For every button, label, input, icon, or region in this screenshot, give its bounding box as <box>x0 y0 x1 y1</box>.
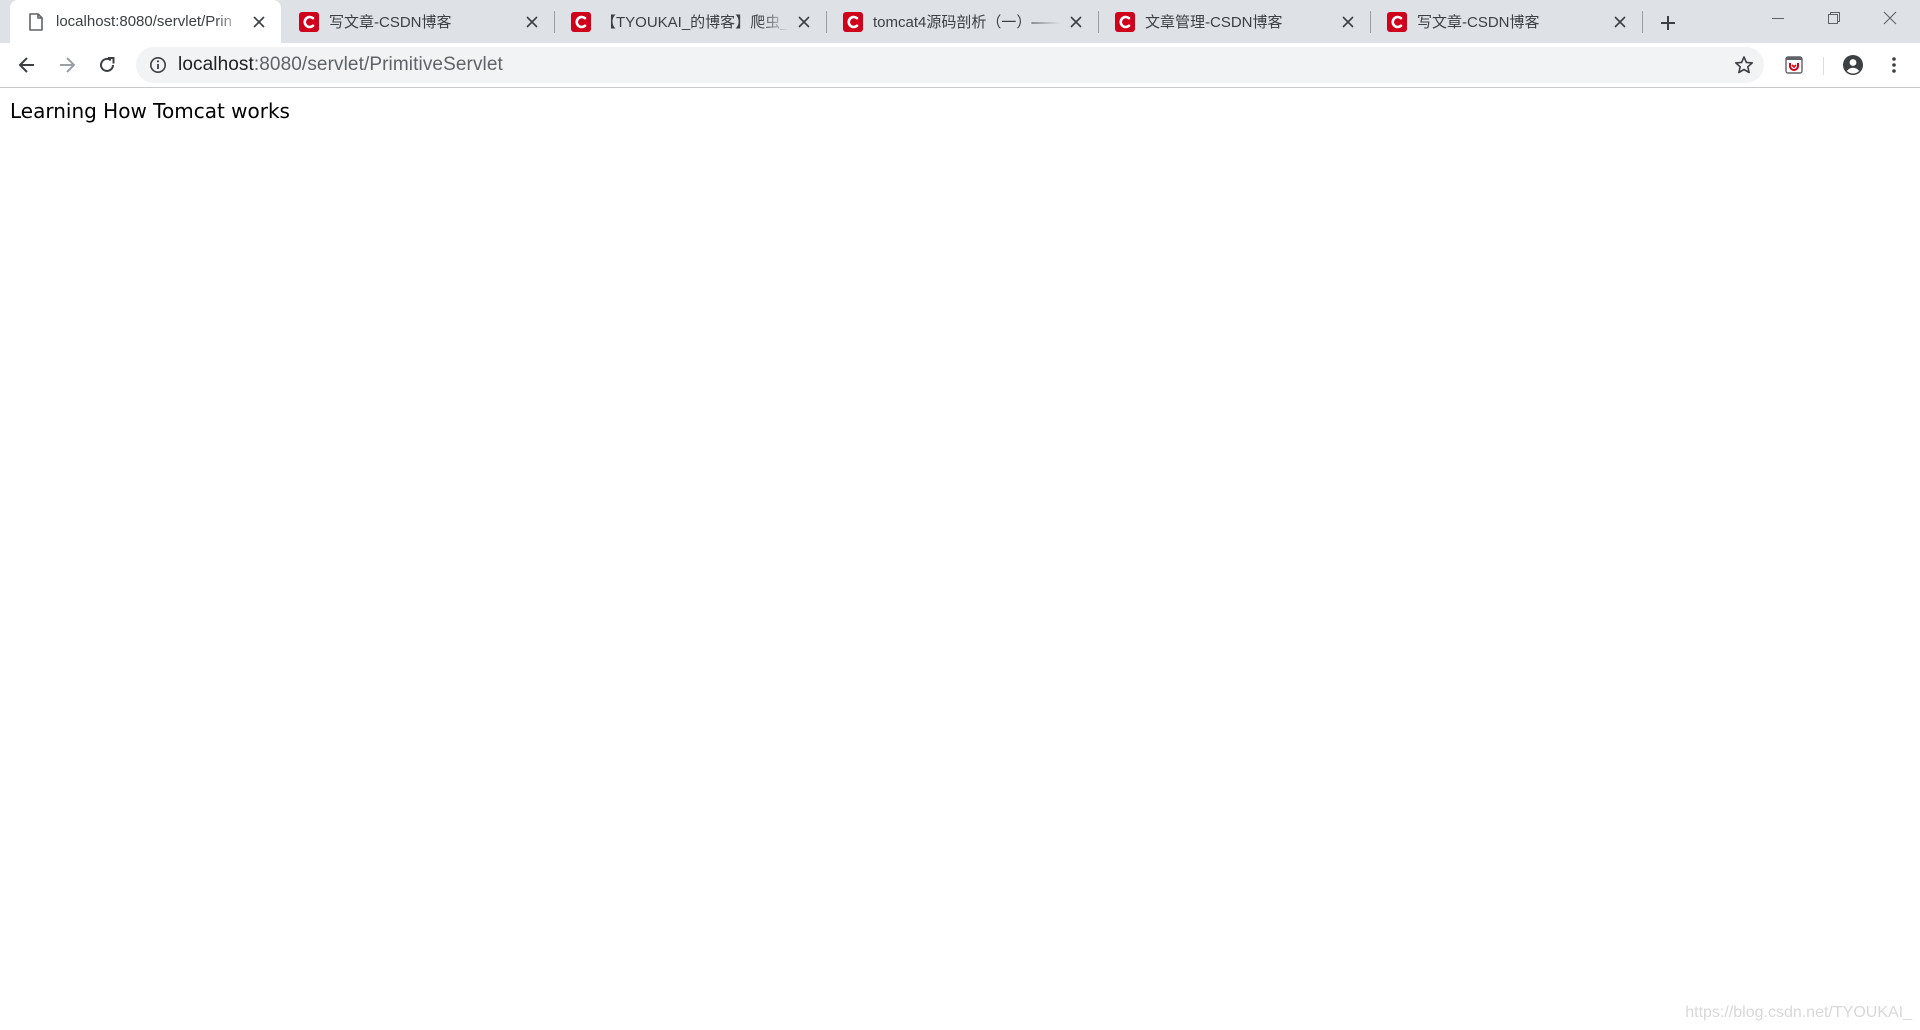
csdn-icon <box>1115 11 1135 32</box>
more-vert-icon <box>1892 57 1896 73</box>
browser-window: localhost:8080/servlet/Prin 写文章-CSDN博客 【… <box>0 0 1920 1030</box>
new-tab-button[interactable] <box>1654 9 1682 37</box>
tab-title: 写文章-CSDN博客 <box>1417 14 1540 31</box>
close-icon[interactable] <box>522 12 542 32</box>
account-icon <box>1843 55 1863 75</box>
url-host: localhost <box>178 54 254 75</box>
address-bar[interactable]: localhost:8080/servlet/PrimitiveServlet <box>136 47 1764 83</box>
url-text[interactable]: localhost:8080/servlet/PrimitiveServlet <box>178 54 503 76</box>
watermark-text: https://blog.csdn.net/TYOUKAI_ <box>1685 1004 1912 1021</box>
restore-button[interactable] <box>1806 0 1862 36</box>
browser-toolbar: localhost:8080/servlet/PrimitiveServlet <box>0 43 1920 88</box>
url-path: :8080/servlet/PrimitiveServlet <box>253 54 503 75</box>
csdn-icon <box>1387 11 1407 32</box>
tab-title: 文章管理-CSDN博客 <box>1145 14 1283 31</box>
minimize-icon <box>1772 18 1784 19</box>
page-viewport: Learning How Tomcat works https://blog.c… <box>0 88 1920 1030</box>
page-body-text: Learning How Tomcat works <box>10 99 290 123</box>
tab-title: tomcat4源码剖析（一）—— <box>873 14 1060 31</box>
tab-localhost[interactable]: localhost:8080/servlet/Prin <box>10 0 281 43</box>
close-icon <box>1883 11 1897 25</box>
minimize-button[interactable] <box>1750 0 1806 36</box>
forward-button[interactable] <box>52 50 82 80</box>
tab-csdn-write-2[interactable]: 写文章-CSDN博客 <box>1371 0 1642 43</box>
arrow-right-icon <box>60 57 76 73</box>
tab-tomcat-source[interactable]: tomcat4源码剖析（一）—— <box>827 0 1098 43</box>
window-close-button[interactable] <box>1862 0 1918 36</box>
tab-title: 写文章-CSDN博客 <box>329 14 452 31</box>
info-icon[interactable] <box>148 55 168 75</box>
close-icon[interactable] <box>1066 12 1086 32</box>
bookmark-star-icon[interactable] <box>1734 55 1754 75</box>
toolbar-divider <box>1823 57 1824 75</box>
profile-button[interactable] <box>1838 50 1868 80</box>
pocket-icon <box>1785 56 1803 74</box>
tab-strip: localhost:8080/servlet/Prin 写文章-CSDN博客 【… <box>0 0 1920 43</box>
tab-article-manage[interactable]: 文章管理-CSDN博客 <box>1099 0 1370 43</box>
tab-title: localhost:8080/servlet/Prin <box>56 13 232 30</box>
page-icon <box>26 12 46 32</box>
menu-button[interactable] <box>1879 50 1909 80</box>
close-icon[interactable] <box>1338 12 1358 32</box>
tab-separator <box>1642 11 1643 33</box>
tab-csdn-write-1[interactable]: 写文章-CSDN博客 <box>283 0 554 43</box>
back-button[interactable] <box>12 50 42 80</box>
plus-icon <box>1661 16 1675 30</box>
reload-icon <box>100 57 115 72</box>
close-icon[interactable] <box>794 12 814 32</box>
close-icon[interactable] <box>1610 12 1630 32</box>
csdn-icon <box>571 11 591 32</box>
csdn-icon <box>299 11 319 32</box>
tab-title: 【TYOUKAI_的博客】爬虫_v <box>601 14 788 31</box>
pocket-extension-button[interactable] <box>1779 50 1809 80</box>
csdn-icon <box>843 11 863 32</box>
arrow-left-icon <box>18 57 34 73</box>
restore-icon <box>1828 12 1840 24</box>
close-icon[interactable] <box>249 12 269 32</box>
tab-tyoukai-blog[interactable]: 【TYOUKAI_的博客】爬虫_v <box>555 0 826 43</box>
reload-button[interactable] <box>92 50 122 80</box>
